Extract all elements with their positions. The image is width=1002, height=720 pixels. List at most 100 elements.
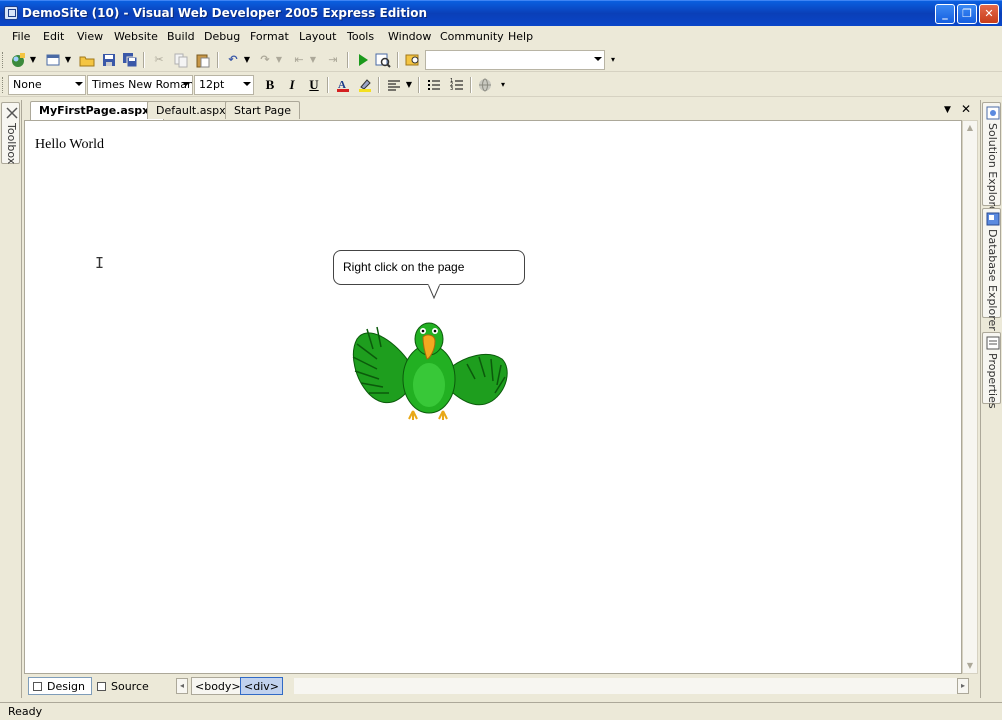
menu-bar: File Edit View Website Build Debug Forma… [0, 26, 1002, 48]
toolbar-options-icon[interactable]: ▾ [608, 52, 618, 68]
tab-default[interactable]: Default.aspx [147, 101, 235, 119]
menu-window[interactable]: Window [388, 30, 431, 43]
menu-layout[interactable]: Layout [299, 30, 336, 43]
new-website-icon[interactable] [10, 52, 26, 68]
toolbar-separator [143, 52, 145, 68]
toolbar-grip[interactable] [2, 77, 5, 93]
tab-start-page[interactable]: Start Page [225, 101, 300, 119]
source-view-icon [97, 682, 106, 691]
toolbox-label: Toolbox [5, 123, 18, 165]
design-view-label: Design [47, 680, 85, 693]
highlight-color-icon[interactable] [357, 77, 373, 93]
paste-icon[interactable] [195, 52, 211, 68]
database-explorer-label: Database Explorer [986, 229, 999, 331]
menu-help[interactable]: Help [508, 30, 533, 43]
solution-explorer-tab[interactable]: Solution Explorer [982, 102, 1001, 217]
toolbox-tab[interactable]: Toolbox [1, 102, 20, 164]
source-view-label: Source [111, 680, 149, 693]
svg-text:3: 3 [450, 86, 453, 92]
undo-icon[interactable]: ↶ [225, 52, 241, 68]
save-all-icon[interactable] [122, 52, 138, 68]
start-debugging-icon[interactable] [355, 52, 371, 68]
navigate-forward-icon[interactable]: ⇥ [325, 52, 341, 68]
horizontal-scrollbar[interactable] [294, 678, 969, 694]
menu-file[interactable]: File [12, 30, 30, 43]
properties-tab[interactable]: Properties [982, 332, 1001, 409]
justify-left-icon[interactable] [386, 77, 402, 93]
design-view-button[interactable]: Design [28, 677, 92, 695]
design-view-icon [33, 682, 42, 691]
minimize-button[interactable]: _ [935, 4, 955, 24]
view-switcher-bar: Design Source ◂ <body> <div> ▸ [24, 675, 978, 697]
page-text[interactable]: Hello World [35, 137, 104, 153]
toolbar-separator [470, 77, 472, 93]
menu-format[interactable]: Format [250, 30, 289, 43]
view-in-browser-icon[interactable] [375, 52, 391, 68]
close-button[interactable]: ✕ [979, 4, 999, 24]
vertical-scrollbar[interactable]: ▲ ▼ [962, 120, 978, 674]
font-name-value: Times New Roman [92, 78, 193, 91]
app-icon[interactable] [4, 6, 18, 20]
scroll-down-icon[interactable]: ▼ [963, 659, 977, 673]
tag-crumb-div[interactable]: <div> [240, 677, 283, 695]
window-title: DemoSite (10) - Visual Web Developer 200… [22, 6, 428, 20]
document-tab-strip: MyFirstPage.aspx* Default.aspx Start Pag… [24, 100, 978, 120]
dropdown-arrow-icon[interactable]: ▼ [309, 52, 317, 68]
menu-debug[interactable]: Debug [204, 30, 240, 43]
toolbar-grip[interactable] [2, 52, 5, 68]
toolbar-separator [397, 52, 399, 68]
menu-website[interactable]: Website [114, 30, 158, 43]
font-size-value: 12pt [199, 78, 225, 91]
open-folder-icon[interactable] [79, 52, 95, 68]
hyperlink-icon[interactable] [477, 77, 493, 93]
menu-edit[interactable]: Edit [43, 30, 64, 43]
dropdown-arrow-icon[interactable]: ▼ [275, 52, 283, 68]
bullets-icon[interactable] [426, 77, 442, 93]
chevron-down-icon [594, 57, 602, 61]
formatting-toolbar: None Times New Roman 12pt B I U A ▼ 123 … [0, 73, 1002, 97]
menu-build[interactable]: Build [167, 30, 195, 43]
save-icon[interactable] [101, 52, 117, 68]
find-in-files-icon[interactable] [405, 52, 421, 68]
font-color-icon[interactable]: A [335, 77, 351, 93]
bold-button[interactable]: B [262, 77, 278, 93]
underline-button[interactable]: U [306, 77, 322, 93]
menu-tools[interactable]: Tools [347, 30, 374, 43]
numbering-icon[interactable]: 123 [449, 77, 465, 93]
source-view-button[interactable]: Source [92, 677, 156, 695]
chevron-down-icon [182, 82, 190, 86]
title-bar[interactable]: DemoSite (10) - Visual Web Developer 200… [0, 0, 1002, 26]
maximize-button[interactable]: ❐ [957, 4, 977, 24]
navigate-backward-icon[interactable]: ⇤ [291, 52, 307, 68]
redo-icon[interactable]: ↷ [257, 52, 273, 68]
toolbar-separator [418, 77, 420, 93]
font-name-select[interactable]: Times New Roman [87, 75, 193, 95]
font-size-select[interactable]: 12pt [194, 75, 254, 95]
dropdown-arrow-icon[interactable]: ▼ [243, 52, 251, 68]
tag-nav-left-icon[interactable]: ◂ [176, 678, 188, 694]
toolbar-options-icon[interactable]: ▾ [498, 77, 508, 93]
dropdown-arrow-icon[interactable]: ▼ [405, 77, 413, 93]
database-explorer-tab[interactable]: Database Explorer [982, 208, 1001, 331]
menu-view[interactable]: View [77, 30, 103, 43]
menu-community[interactable]: Community [440, 30, 504, 43]
block-format-value: None [13, 78, 42, 91]
copy-icon[interactable] [173, 52, 189, 68]
active-files-dropdown-icon[interactable]: ▼ [944, 105, 951, 115]
block-format-select[interactable]: None [8, 75, 86, 95]
italic-button[interactable]: I [284, 77, 300, 93]
dropdown-arrow-icon[interactable]: ▼ [64, 52, 72, 68]
design-surface[interactable]: Hello World I Right click on the page [24, 120, 962, 674]
cut-icon[interactable]: ✂ [151, 52, 167, 68]
close-document-icon[interactable]: ✕ [961, 102, 971, 116]
dropdown-arrow-icon[interactable]: ▼ [29, 52, 37, 68]
parrot-assistant-character[interactable] [347, 319, 511, 427]
database-explorer-icon [986, 212, 1000, 226]
scroll-up-icon[interactable]: ▲ [963, 121, 977, 135]
add-item-icon[interactable] [45, 52, 61, 68]
find-combo[interactable] [425, 50, 605, 70]
tab-myfirstpage[interactable]: MyFirstPage.aspx* [30, 101, 165, 120]
status-bar: Ready [0, 702, 1002, 720]
tag-crumb-body[interactable]: <body> [191, 677, 245, 695]
tag-nav-right-icon[interactable]: ▸ [957, 678, 969, 694]
